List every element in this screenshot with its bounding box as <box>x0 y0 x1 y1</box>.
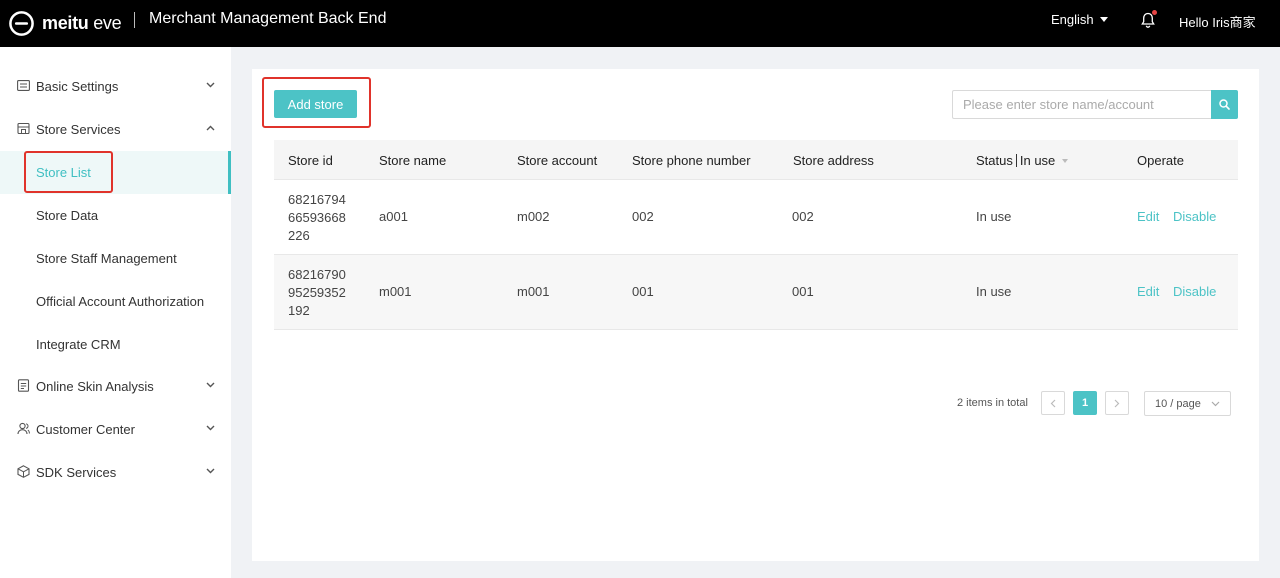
add-store-button[interactable]: Add store <box>274 90 357 118</box>
sidebar-item-basic-settings[interactable]: Basic Settings <box>0 65 231 108</box>
language-label: English <box>1051 12 1094 27</box>
sidebar-item-store-list[interactable]: Store List <box>0 151 231 194</box>
sidebar-item-label: SDK Services <box>36 465 117 480</box>
chevron-down-icon <box>206 82 215 88</box>
notification-dot <box>1152 10 1157 15</box>
sidebar-item-store-data[interactable]: Store Data <box>0 194 231 237</box>
sidebar-item-official-account-authorization[interactable]: Official Account Authorization <box>0 280 231 323</box>
table-row: 68216794 66593668 226 a001 m002 002 002 … <box>274 180 1238 255</box>
sidebar-item-label: Store Data <box>36 208 99 223</box>
header-divider <box>134 12 135 28</box>
logo-text-light: eve <box>93 12 122 33</box>
chevron-down-icon <box>206 425 215 431</box>
disable-link[interactable]: Disable <box>1173 209 1216 224</box>
sidebar-item-label: Integrate CRM <box>36 337 121 352</box>
sidebar-item-label: Customer Center <box>36 422 135 437</box>
disable-link[interactable]: Disable <box>1173 284 1216 299</box>
cell-store-address: 002 <box>792 209 814 224</box>
edit-link[interactable]: Edit <box>1137 284 1159 299</box>
cell-store-phone: 002 <box>632 209 654 224</box>
store-id-line: 66593668 <box>288 210 346 225</box>
sidebar-item-label: Online Skin Analysis <box>36 379 154 394</box>
store-id-line: 68216794 <box>288 192 346 207</box>
cell-status: In use <box>976 284 1012 299</box>
sidebar-item-label: Store Staff Management <box>36 251 177 266</box>
column-header-status[interactable]: Status In use <box>976 153 1069 168</box>
sidebar-item-integrate-crm[interactable]: Integrate CRM <box>0 323 231 366</box>
cube-icon <box>17 465 30 478</box>
meitu-logo-icon <box>9 10 34 36</box>
table-row: 68216790 95259352 192 m001 m001 001 001 … <box>274 255 1238 330</box>
document-icon <box>17 379 30 392</box>
page-size-label: 10 / page <box>1155 398 1201 410</box>
sidebar-item-label: Store List <box>36 165 91 180</box>
next-page-button[interactable] <box>1105 391 1129 415</box>
column-header-store-phone: Store phone number <box>632 153 751 168</box>
sidebar-item-sdk-services[interactable]: SDK Services <box>0 451 231 494</box>
store-id-line: 192 <box>288 303 310 318</box>
prev-page-button[interactable] <box>1041 391 1065 415</box>
settings-panel-icon <box>17 80 30 91</box>
cell-store-account: m001 <box>517 284 550 299</box>
app-title: Merchant Management Back End <box>149 10 387 27</box>
cell-store-id: 68216790 95259352 192 <box>288 266 358 320</box>
edit-link[interactable]: Edit <box>1137 209 1159 224</box>
top-bar: meitu eve Merchant Management Back End E… <box>0 0 1280 47</box>
logo-text: meitu eve <box>42 12 122 34</box>
column-header-store-address: Store address <box>793 153 874 168</box>
sidebar-item-label: Basic Settings <box>36 79 119 94</box>
store-id-line: 226 <box>288 228 310 243</box>
page-size-select[interactable]: 10 / page <box>1144 391 1231 416</box>
sidebar-item-label: Store Services <box>36 122 121 137</box>
cell-store-phone: 001 <box>632 284 654 299</box>
chevron-down-icon <box>1211 401 1220 407</box>
cell-status: In use <box>976 209 1012 224</box>
language-selector[interactable]: English <box>1051 12 1108 27</box>
store-search-input[interactable] <box>952 90 1212 119</box>
cell-store-name: a001 <box>379 209 408 224</box>
search-icon <box>1219 99 1230 110</box>
pagination-total: 2 items in total <box>957 397 1028 409</box>
page-number-button[interactable]: 1 <box>1073 391 1097 415</box>
store-id-line: 68216790 <box>288 267 346 282</box>
cell-store-id: 68216794 66593668 226 <box>288 191 358 245</box>
column-header-store-account: Store account <box>517 153 598 168</box>
status-separator <box>1015 154 1017 167</box>
chevron-down-icon <box>206 382 215 388</box>
chevron-down-icon <box>206 468 215 474</box>
sidebar-item-online-skin-analysis[interactable]: Online Skin Analysis <box>0 365 231 408</box>
brand-logo[interactable]: meitu eve <box>8 7 122 39</box>
column-header-operate: Operate <box>1137 153 1184 168</box>
chevron-right-icon <box>1114 399 1120 407</box>
store-icon <box>17 122 30 135</box>
status-filter-value: In use <box>1019 153 1056 168</box>
cell-store-address: 001 <box>792 284 814 299</box>
cell-store-name: m001 <box>379 284 412 299</box>
logo-text-bold: meitu <box>42 12 89 33</box>
column-header-store-id: Store id <box>288 153 333 168</box>
cell-store-account: m002 <box>517 209 550 224</box>
sidebar-item-store-services[interactable]: Store Services <box>0 108 231 151</box>
store-id-line: 95259352 <box>288 285 346 300</box>
column-header-store-name: Store name <box>379 153 447 168</box>
chevron-left-icon <box>1050 399 1056 407</box>
sidebar-item-label: Official Account Authorization <box>36 294 205 309</box>
status-label: Status <box>976 153 1013 168</box>
user-greeting[interactable]: Hello Iris商家 <box>1179 12 1256 31</box>
caret-down-icon <box>1099 17 1108 22</box>
users-icon <box>17 422 30 435</box>
sidebar-item-customer-center[interactable]: Customer Center <box>0 408 231 451</box>
filter-caret-icon[interactable] <box>1062 159 1069 163</box>
sidebar-item-store-staff-management[interactable]: Store Staff Management <box>0 237 231 280</box>
table-header: Store id Store name Store account Store … <box>274 140 1238 180</box>
chevron-up-icon <box>206 125 215 131</box>
search-button[interactable] <box>1211 90 1238 119</box>
